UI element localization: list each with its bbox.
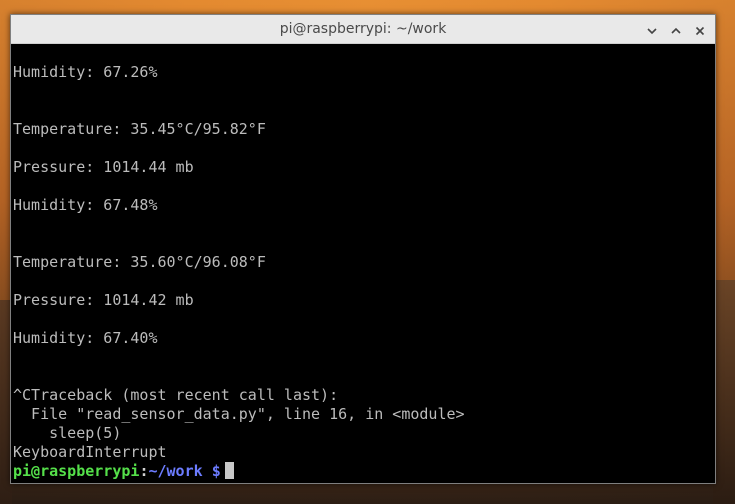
terminal-line: Pressure: 1014.42 mb xyxy=(13,291,194,309)
chevron-down-icon xyxy=(647,23,657,37)
text-cursor xyxy=(224,462,234,479)
terminal-output[interactable]: Humidity: 67.26% Temperature: 35.45°C/95… xyxy=(11,44,715,483)
terminal-line: Pressure: 1014.44 mb xyxy=(13,158,194,176)
terminal-line: Humidity: 67.48% xyxy=(13,196,158,214)
terminal-lines: Humidity: 67.26% Temperature: 35.45°C/95… xyxy=(13,44,713,480)
wallpaper-silhouette-right xyxy=(713,280,735,504)
terminal-line: File "read_sensor_data.py", line 16, in … xyxy=(13,405,465,423)
prompt-path: ~/work xyxy=(148,462,203,480)
chevron-up-icon xyxy=(671,23,681,37)
prompt-user-host: pi@raspberrypi xyxy=(13,462,140,480)
prompt-symbol: $ xyxy=(211,462,221,480)
close-icon xyxy=(695,23,705,37)
minimize-button[interactable] xyxy=(643,21,661,39)
window-titlebar[interactable]: pi@raspberrypi: ~/work xyxy=(11,15,715,44)
terminal-line: ^CTraceback (most recent call last): xyxy=(13,386,339,404)
terminal-line: sleep(5) xyxy=(13,424,122,442)
close-button[interactable] xyxy=(691,21,709,39)
maximize-button[interactable] xyxy=(667,21,685,39)
terminal-line: Humidity: 67.40% xyxy=(13,329,158,347)
terminal-line: KeyboardInterrupt xyxy=(13,443,167,461)
shell-prompt[interactable]: pi@raspberrypi:~/work $ xyxy=(13,462,234,481)
terminal-line: Humidity: 67.26% xyxy=(13,63,158,81)
terminal-line: Temperature: 35.60°C/96.08°F xyxy=(13,253,266,271)
window-title: pi@raspberrypi: ~/work xyxy=(279,21,447,37)
terminal-line: Temperature: 35.45°C/95.82°F xyxy=(13,120,266,138)
terminal-window[interactable]: pi@raspberrypi: ~/work Humidity: 67.26% … xyxy=(10,14,716,484)
